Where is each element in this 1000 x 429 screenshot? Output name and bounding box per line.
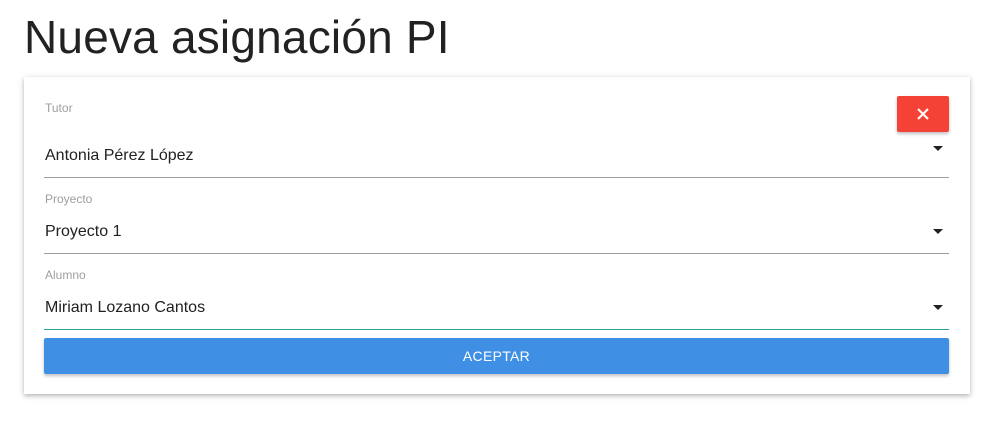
assignment-form-card: Tutor Antonia Pérez López Proyecto Proye… [24,77,970,394]
tutor-dropdown-arrow-icon[interactable] [933,146,943,151]
tutor-select[interactable]: Tutor Antonia Pérez López [44,101,949,179]
accept-button[interactable]: ACEPTAR [44,338,949,374]
page-title: Nueva asignación PI [24,11,450,63]
proyecto-underline [44,253,949,254]
alumno-underline [44,329,949,330]
tutor-value[interactable]: Antonia Pérez López [45,147,194,165]
alumno-value[interactable]: Miriam Lozano Cantos [45,299,205,317]
proyecto-value[interactable]: Proyecto 1 [45,223,121,241]
alumno-select[interactable]: Alumno Miriam Lozano Cantos [44,268,949,331]
proyecto-label: Proyecto [45,192,93,206]
tutor-label: Tutor [45,101,73,115]
proyecto-select[interactable]: Proyecto Proyecto 1 [44,192,949,255]
tutor-underline [44,177,949,178]
alumno-dropdown-arrow-icon[interactable] [933,305,943,310]
proyecto-dropdown-arrow-icon[interactable] [933,229,943,234]
alumno-label: Alumno [45,268,86,282]
